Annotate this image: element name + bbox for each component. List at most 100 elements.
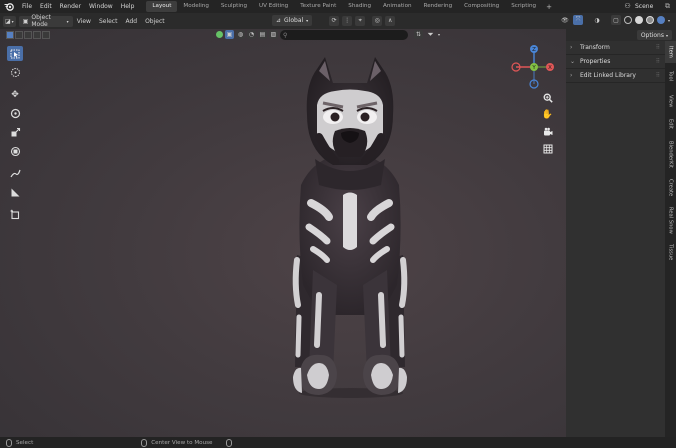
gizmo-toggle-icon[interactable]: ⤧ (572, 15, 583, 25)
menu-render[interactable]: Render (56, 0, 85, 13)
panel-transform[interactable]: › Transform ⠿ (566, 41, 665, 55)
3d-viewport[interactable]: ▣ ◍ ◔ ▤ ▨ ⁂ ⚲ ⇅ ⏷ ▾ ✥ (0, 29, 566, 437)
object-filter-icon[interactable]: ▣ (225, 30, 234, 39)
editor-type-button[interactable]: ◪ ▾ (3, 15, 16, 27)
search-input[interactable] (290, 31, 401, 39)
mode-label: Object Mode (31, 14, 51, 28)
dog-model[interactable] (285, 55, 415, 400)
sidebar-tabs: Item Tool View Edit BlenderKit Create Re… (665, 41, 676, 437)
sidebar-tab-real-snow[interactable]: Real Snow (665, 203, 676, 237)
rendered-shading-icon[interactable] (656, 16, 665, 24)
tab-rendering[interactable]: Rendering (418, 1, 459, 12)
chevron-down-icon[interactable]: ▾ (438, 32, 440, 37)
object-mode-icon: ▣ (22, 17, 29, 25)
scene-name[interactable]: Scene (635, 3, 663, 10)
snap-target-icon[interactable]: ⌖ (355, 15, 366, 26)
status-bar: Select Center View to Mouse (0, 437, 676, 448)
menu-window[interactable]: Window (85, 0, 117, 13)
tool-settings-row: ▣ ◍ ◔ ▤ ▨ ⁂ ⚲ ⇅ ⏷ ▾ (0, 29, 566, 41)
copy-scene-icon[interactable]: ⧉ (663, 2, 672, 11)
navigation-gizmo[interactable]: Y Z X (510, 43, 558, 91)
menu-object[interactable]: Object (141, 18, 169, 25)
drag-handle-icon[interactable]: ⠿ (656, 58, 661, 65)
tab-modeling[interactable]: Modeling (177, 1, 214, 12)
sidebar-tab-view[interactable]: View (665, 89, 676, 113)
panel-properties[interactable]: ⌄ Properties ⠿ (566, 55, 665, 69)
menu-view[interactable]: View (73, 18, 95, 25)
sidebar-tab-tissue[interactable]: Tissue (665, 239, 676, 265)
menu-file[interactable]: File (18, 0, 36, 13)
rotate-tool-icon[interactable] (7, 106, 23, 121)
sidebar-tab-edit[interactable]: Edit (665, 115, 676, 133)
camera-filter-icon[interactable]: ▤ (258, 30, 267, 39)
overlay-toggle-icon[interactable]: ◑ (592, 15, 602, 25)
transform-tool-icon[interactable] (7, 144, 23, 159)
chevron-right-icon: › (570, 44, 573, 51)
tab-shading[interactable]: Shading (342, 1, 377, 12)
add-workspace-button[interactable]: + (542, 3, 556, 11)
camera-view-icon[interactable] (541, 125, 554, 138)
measure-tool-icon[interactable] (7, 185, 23, 200)
select-intersect-icon[interactable] (42, 31, 50, 39)
sort-icon[interactable]: ⇅ (414, 30, 423, 39)
select-new-icon[interactable] (6, 31, 14, 39)
annotate-tool-icon[interactable] (7, 166, 23, 181)
sidebar-tab-item[interactable]: Item (665, 41, 676, 63)
panel-properties-label: Properties (580, 58, 611, 65)
mouse-middle-icon (141, 438, 148, 447)
filter-color-icon[interactable] (216, 31, 223, 38)
sidebar-tab-tool[interactable]: Tool (665, 65, 676, 87)
drag-handle-icon[interactable]: ⠿ (656, 44, 661, 51)
menu-select[interactable]: Select (95, 18, 122, 25)
visibility-icon[interactable]: 👁 (560, 15, 570, 25)
blender-logo-icon[interactable] (3, 2, 15, 12)
solid-shading-icon[interactable] (634, 16, 643, 24)
move-tool-icon[interactable]: ✥ (7, 87, 23, 102)
pivot-point-icon[interactable]: ⟳ (329, 15, 340, 26)
scene-selector: ⚇ Scene ⧉ (623, 1, 672, 12)
tab-uv-editing[interactable]: UV Editing (253, 1, 294, 12)
tab-texture-paint[interactable]: Texture Paint (294, 1, 342, 12)
select-box-tool-icon[interactable] (7, 46, 23, 61)
gizmo-x-label: X (548, 65, 552, 71)
xray-toggle-icon[interactable]: ▢ (610, 15, 621, 25)
mesh-filter-icon[interactable]: ◍ (236, 30, 245, 39)
menu-edit[interactable]: Edit (36, 0, 56, 13)
proportional-edit-icon[interactable]: ◎ (372, 15, 383, 26)
material-shading-icon[interactable] (645, 16, 654, 24)
tab-sculpting[interactable]: Sculpting (215, 1, 253, 12)
tab-layout[interactable]: Layout (146, 1, 178, 12)
tab-compositing[interactable]: Compositing (458, 1, 505, 12)
menu-add[interactable]: Add (121, 18, 141, 25)
pan-hand-icon[interactable]: ✋ (541, 108, 554, 121)
select-invert-icon[interactable] (33, 31, 41, 39)
mode-select[interactable]: ▣ Object Mode ▾ (18, 14, 73, 28)
select-subtract-icon[interactable] (24, 31, 32, 39)
snap-icon[interactable]: ⋮ (342, 15, 353, 26)
scene-icon[interactable]: ⚇ (623, 2, 632, 11)
panel-edit-linked-library[interactable]: › Edit Linked Library ⠿ (566, 69, 665, 83)
cursor-tool-icon[interactable] (7, 65, 23, 80)
zoom-icon[interactable] (541, 91, 554, 104)
tab-animation[interactable]: Animation (377, 1, 418, 12)
perspective-grid-icon[interactable] (541, 142, 554, 155)
filter-icon[interactable]: ⏷ (426, 30, 435, 39)
tab-scripting[interactable]: Scripting (505, 1, 542, 12)
options-button[interactable]: Options ▾ (636, 30, 672, 40)
wireframe-shading-icon[interactable] (623, 16, 632, 24)
image-filter-icon[interactable]: ▨ (269, 30, 278, 39)
chevron-down-icon[interactable]: ▾ (668, 18, 670, 23)
panel-transform-label: Transform (580, 44, 610, 51)
chevron-right-icon: › (570, 72, 573, 79)
drag-handle-icon[interactable]: ⠿ (656, 72, 661, 79)
light-filter-icon[interactable]: ◔ (247, 30, 256, 39)
select-extend-icon[interactable] (15, 31, 23, 39)
transform-orientation-select[interactable]: ⊿ Global ▾ (272, 15, 313, 26)
sidebar-tab-blenderkit[interactable]: BlenderKit (665, 135, 676, 173)
proportional-falloff-icon[interactable]: ∧ (385, 15, 396, 26)
scale-tool-icon[interactable] (7, 125, 23, 140)
add-cube-tool-icon[interactable] (7, 207, 23, 222)
panel-edit-linked-library-label: Edit Linked Library (580, 72, 636, 79)
sidebar-tab-create[interactable]: Create (665, 175, 676, 201)
menu-help[interactable]: Help (117, 0, 139, 13)
